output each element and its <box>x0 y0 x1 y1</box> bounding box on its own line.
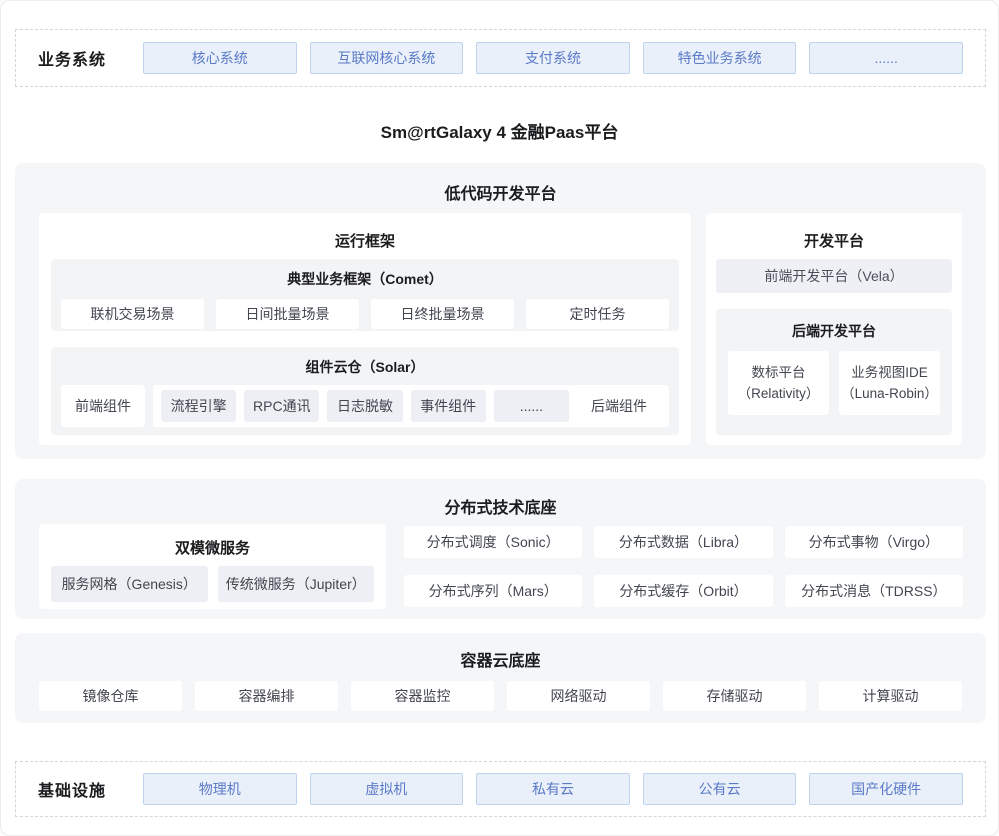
container-cloud-items: 镜像仓库 容器编排 容器监控 网络驱动 存储驱动 计算驱动 <box>39 681 962 711</box>
solar-backend-component: 后端组件 <box>577 396 661 416</box>
cc-image-registry: 镜像仓库 <box>39 681 182 711</box>
relativity-codename: （Relativity） <box>738 383 820 404</box>
chip-core-system: 核心系统 <box>143 42 297 74</box>
dev-platform-card: 开发平台 前端开发平台（Vela） 后端开发平台 数标平台 （Relativit… <box>706 213 962 445</box>
solar-row: 前端组件 流程引擎 RPC通讯 日志脱敏 事件组件 ...... 后端组件 <box>61 385 669 427</box>
backend-platform-items: 数标平台 （Relativity） 业务视图IDE （Luna-Robin） <box>728 351 940 415</box>
comet-item-endofday-batch: 日终批量场景 <box>371 299 514 329</box>
luna-robin-ide: 业务视图IDE （Luna-Robin） <box>839 351 940 415</box>
chip-special-business-system: 特色业务系统 <box>643 42 797 74</box>
dist-scheduling-sonic: 分布式调度（Sonic） <box>404 526 582 558</box>
dist-transaction-virgo: 分布式事物（Virgo） <box>785 526 963 558</box>
infrastructure-label: 基础设施 <box>38 777 143 801</box>
comet-title: 典型业务框架（Comet） <box>51 259 679 289</box>
distributed-section-title: 分布式技术底座 <box>15 494 986 518</box>
vela-frontend-platform: 前端开发平台（Vela） <box>716 259 952 293</box>
dual-mode-chips: 服务网格（Genesis） 传统微服务（Jupiter） <box>51 566 374 602</box>
comet-item-scheduled-task: 定时任务 <box>526 299 669 329</box>
distributed-grid: 分布式调度（Sonic） 分布式数据（Libra） 分布式事物（Virgo） 分… <box>404 526 963 607</box>
container-cloud-title: 容器云底座 <box>15 647 986 671</box>
solar-chip-rpc: RPC通讯 <box>244 390 319 422</box>
relativity-platform: 数标平台 （Relativity） <box>728 351 829 415</box>
chip-internet-core-system: 互联网核心系统 <box>310 42 464 74</box>
chip-domestic-hardware: 国产化硬件 <box>809 773 963 805</box>
solar-frontend-component: 前端组件 <box>61 385 145 427</box>
solar-chip-ellipsis: ...... <box>494 390 569 422</box>
backend-platform-subcard: 后端开发平台 数标平台 （Relativity） 业务视图IDE （Luna-R… <box>716 309 952 435</box>
solar-chip-process-engine: 流程引擎 <box>161 390 236 422</box>
chip-ellipsis: ...... <box>809 42 963 74</box>
chip-service-mesh-genesis: 服务网格（Genesis） <box>51 566 208 602</box>
solar-chip-log-masking: 日志脱敏 <box>327 390 402 422</box>
solar-chip-event-component: 事件组件 <box>411 390 486 422</box>
chip-virtual-machine: 虚拟机 <box>310 773 464 805</box>
chip-public-cloud: 公有云 <box>643 773 797 805</box>
comet-items: 联机交易场景 日间批量场景 日终批量场景 定时任务 <box>61 299 669 329</box>
business-systems-row: 业务系统 核心系统 互联网核心系统 支付系统 特色业务系统 ...... <box>15 29 986 87</box>
dual-mode-card: 双模微服务 服务网格（Genesis） 传统微服务（Jupiter） <box>39 524 386 609</box>
solar-subcard: 组件云仓（Solar） 前端组件 流程引擎 RPC通讯 日志脱敏 事件组件 ..… <box>51 347 679 435</box>
chip-physical-machine: 物理机 <box>143 773 297 805</box>
chip-payment-system: 支付系统 <box>476 42 630 74</box>
business-systems-chips: 核心系统 互联网核心系统 支付系统 特色业务系统 ...... <box>143 42 963 74</box>
infrastructure-chips: 物理机 虚拟机 私有云 公有云 国产化硬件 <box>143 773 963 805</box>
cc-compute-driver: 计算驱动 <box>819 681 962 711</box>
solar-title: 组件云仓（Solar） <box>51 347 679 377</box>
dev-platform-title: 开发平台 <box>706 230 962 251</box>
business-systems-label: 业务系统 <box>38 46 143 70</box>
chip-traditional-microservice-jupiter: 传统微服务（Jupiter） <box>218 566 375 602</box>
dist-message-tdrss: 分布式消息（TDRSS） <box>785 575 963 607</box>
backend-platform-title: 后端开发平台 <box>716 309 952 341</box>
cc-storage-driver: 存储驱动 <box>663 681 806 711</box>
dist-sequence-mars: 分布式序列（Mars） <box>404 575 582 607</box>
platform-title: Sm@rtGalaxy 4 金融Paas平台 <box>1 118 998 143</box>
cc-container-orchestration: 容器编排 <box>195 681 338 711</box>
runtime-framework-title: 运行框架 <box>39 230 691 251</box>
comet-item-daytime-batch: 日间批量场景 <box>216 299 359 329</box>
architecture-diagram: 业务系统 核心系统 互联网核心系统 支付系统 特色业务系统 ...... Sm@… <box>0 0 999 836</box>
comet-item-online-trading: 联机交易场景 <box>61 299 204 329</box>
luna-robin-name: 业务视图IDE <box>851 362 928 383</box>
dual-mode-title: 双模微服务 <box>39 537 386 558</box>
dist-cache-orbit: 分布式缓存（Orbit） <box>594 575 772 607</box>
solar-strip: 流程引擎 RPC通讯 日志脱敏 事件组件 ...... 后端组件 <box>153 385 669 427</box>
chip-private-cloud: 私有云 <box>476 773 630 805</box>
cc-network-driver: 网络驱动 <box>507 681 650 711</box>
dist-data-libra: 分布式数据（Libra） <box>594 526 772 558</box>
luna-robin-codename: （Luna-Robin） <box>841 383 938 404</box>
infrastructure-row: 基础设施 物理机 虚拟机 私有云 公有云 国产化硬件 <box>15 761 986 817</box>
low-code-section-title: 低代码开发平台 <box>15 180 986 204</box>
comet-subcard: 典型业务框架（Comet） 联机交易场景 日间批量场景 日终批量场景 定时任务 <box>51 259 679 331</box>
container-cloud-section: 容器云底座 镜像仓库 容器编排 容器监控 网络驱动 存储驱动 计算驱动 <box>15 633 986 723</box>
distributed-section: 分布式技术底座 双模微服务 服务网格（Genesis） 传统微服务（Jupite… <box>15 479 986 619</box>
runtime-framework-card: 运行框架 典型业务框架（Comet） 联机交易场景 日间批量场景 日终批量场景 … <box>39 213 691 445</box>
cc-container-monitoring: 容器监控 <box>351 681 494 711</box>
relativity-name: 数标平台 <box>752 362 806 383</box>
low-code-section: 低代码开发平台 运行框架 典型业务框架（Comet） 联机交易场景 日间批量场景… <box>15 163 986 459</box>
